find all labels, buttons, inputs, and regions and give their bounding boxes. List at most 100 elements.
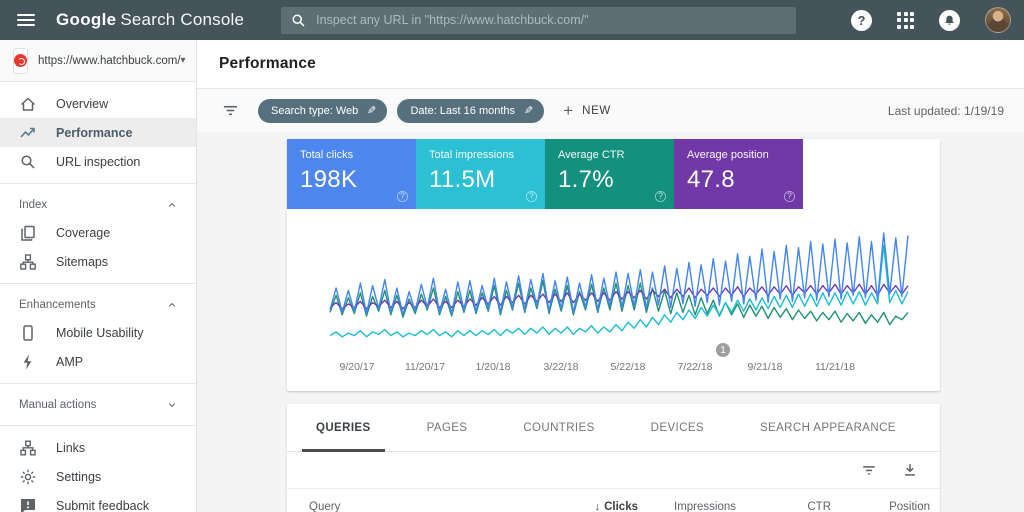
sidebar-item-overview[interactable]: Overview [0, 89, 196, 118]
main-area: Performance Search type: Web ✎ Date: Las… [197, 40, 1024, 512]
filter-chip-date[interactable]: Date: Last 16 months ✎ [397, 99, 544, 123]
chevron-up-icon [167, 300, 177, 310]
tab-queries[interactable]: QUERIES [288, 404, 399, 451]
sidebar-item-coverage[interactable]: Coverage [0, 218, 196, 247]
table-header-row: Query ↓Clicks Impressions CTR Position [287, 489, 940, 512]
tab-pages[interactable]: PAGES [399, 404, 496, 451]
sort-desc-icon: ↓ [595, 501, 601, 512]
home-icon [19, 95, 37, 113]
sidebar-item-links[interactable]: Links [0, 433, 196, 462]
column-header-position[interactable]: Position [831, 501, 930, 512]
avatar[interactable] [985, 7, 1011, 33]
x-axis-tick: 11/21/18 [815, 361, 855, 373]
dimensions-table-panel: QUERIES PAGES COUNTRIES DEVICES SEARCH A… [287, 404, 940, 512]
logo-google: Google [56, 10, 116, 29]
metric-label: Total impressions [429, 149, 545, 161]
coverage-icon [19, 224, 37, 242]
tab-search-appearance[interactable]: SEARCH APPEARANCE [732, 404, 924, 451]
chip-label: Search type: Web [271, 105, 358, 117]
sidebar-item-label: Settings [56, 470, 101, 484]
table-toolbar [287, 452, 940, 489]
sidebar-item-submit-feedback[interactable]: Submit feedback [0, 491, 196, 512]
sidebar-item-url-inspection[interactable]: URL inspection [0, 147, 196, 176]
column-header-clicks[interactable]: ↓Clicks [543, 501, 638, 512]
section-label: Enhancements [19, 299, 96, 311]
topbar-actions: ? [851, 7, 1011, 33]
metric-card-average-ctr[interactable]: Average CTR 1.7% ? [545, 139, 674, 209]
help-circle-icon[interactable]: ? [397, 191, 408, 202]
tab-devices[interactable]: DEVICES [623, 404, 732, 451]
performance-icon [19, 124, 37, 142]
apps-grid-icon[interactable] [897, 12, 914, 29]
help-circle-icon[interactable]: ? [784, 191, 795, 202]
help-icon[interactable]: ? [851, 10, 872, 31]
property-favicon [13, 48, 28, 74]
notifications-bell-icon[interactable] [939, 10, 960, 31]
new-filter-button[interactable]: + NEW [563, 101, 611, 121]
sidebar-item-mobile-usability[interactable]: Mobile Usability [0, 318, 196, 347]
metric-cards: Total clicks 198K ? Total impressions 11… [287, 139, 940, 209]
chip-label: Date: Last 16 months [410, 105, 515, 117]
filter-chip-search-type[interactable]: Search type: Web ✎ [258, 99, 387, 123]
column-header-impressions[interactable]: Impressions [638, 501, 736, 512]
performance-chart-panel: Total clicks 198K ? Total impressions 11… [287, 139, 940, 391]
search-icon [291, 13, 306, 28]
metric-card-average-position[interactable]: Average position 47.8 ? [674, 139, 803, 209]
x-axis-tick: 9/21/18 [747, 361, 782, 373]
sidebar-item-settings[interactable]: Settings [0, 462, 196, 491]
sidebar-section-manual-actions[interactable]: Manual actions [0, 391, 196, 418]
mobile-icon [19, 324, 37, 342]
chevron-down-icon [167, 400, 177, 410]
section-label: Manual actions [19, 399, 96, 411]
section-label: Index [19, 199, 47, 211]
sidebar-item-amp[interactable]: AMP [0, 347, 196, 376]
feedback-icon [19, 497, 37, 512]
gear-icon [19, 468, 37, 486]
metric-value: 11.5M [429, 166, 545, 194]
x-axis-tick: 5/22/18 [610, 361, 645, 373]
sidebar-item-label: Submit feedback [56, 499, 149, 512]
sidebar-item-label: URL inspection [56, 155, 140, 169]
sidebar-section-index[interactable]: Index [0, 191, 196, 218]
x-axis-tick: 11/20/17 [405, 361, 445, 373]
edit-pencil-icon: ✎ [524, 104, 533, 117]
tab-countries[interactable]: COUNTRIES [495, 404, 622, 451]
metric-card-total-clicks[interactable]: Total clicks 198K ? [287, 139, 416, 209]
sidebar-item-label: Links [56, 441, 85, 455]
logo-search-console: Search Console [120, 10, 244, 29]
menu-icon[interactable] [17, 11, 35, 29]
column-header-ctr[interactable]: CTR [736, 501, 831, 512]
chart-annotation-marker[interactable]: 1 [716, 343, 730, 357]
chevron-up-icon [167, 200, 177, 210]
sidebar-section-enhancements[interactable]: Enhancements [0, 291, 196, 318]
metric-value: 47.8 [687, 166, 803, 194]
performance-line-chart[interactable]: 1 9/20/17 11/20/17 1/20/18 3/22/18 5/22/… [287, 209, 940, 391]
divider [0, 183, 196, 184]
metric-card-total-impressions[interactable]: Total impressions 11.5M ? [416, 139, 545, 209]
metric-label: Average position [687, 149, 803, 161]
x-axis-tick: 7/22/18 [677, 361, 712, 373]
sidebar-item-label: Coverage [56, 226, 110, 240]
sidebar-item-sitemaps[interactable]: Sitemaps [0, 247, 196, 276]
table-filter-icon[interactable] [861, 462, 877, 478]
filter-funnel-icon[interactable] [222, 102, 239, 119]
sidebar-item-label: Performance [56, 126, 132, 140]
help-circle-icon[interactable]: ? [655, 191, 666, 202]
sidebar-item-label: Overview [56, 97, 108, 111]
property-url: https://www.hatchbuck.com/ [38, 55, 181, 67]
sidebar-item-performance[interactable]: Performance [0, 118, 196, 147]
url-inspect-searchbox[interactable] [281, 7, 796, 34]
divider [0, 383, 196, 384]
divider [0, 283, 196, 284]
help-circle-icon[interactable]: ? [526, 191, 537, 202]
plus-icon: + [563, 101, 573, 121]
sidebar-item-label: AMP [56, 355, 83, 369]
property-selector[interactable]: https://www.hatchbuck.com/ ▾ [0, 40, 196, 82]
sidebar-nav: Overview Performance URL inspection Inde… [0, 82, 196, 512]
download-icon[interactable] [902, 462, 918, 478]
sidebar-item-label: Sitemaps [56, 255, 108, 269]
search-input[interactable] [316, 13, 786, 27]
new-label: NEW [582, 105, 611, 117]
column-header-query[interactable]: Query [309, 501, 543, 512]
sidebar-item-label: Mobile Usability [56, 326, 144, 340]
